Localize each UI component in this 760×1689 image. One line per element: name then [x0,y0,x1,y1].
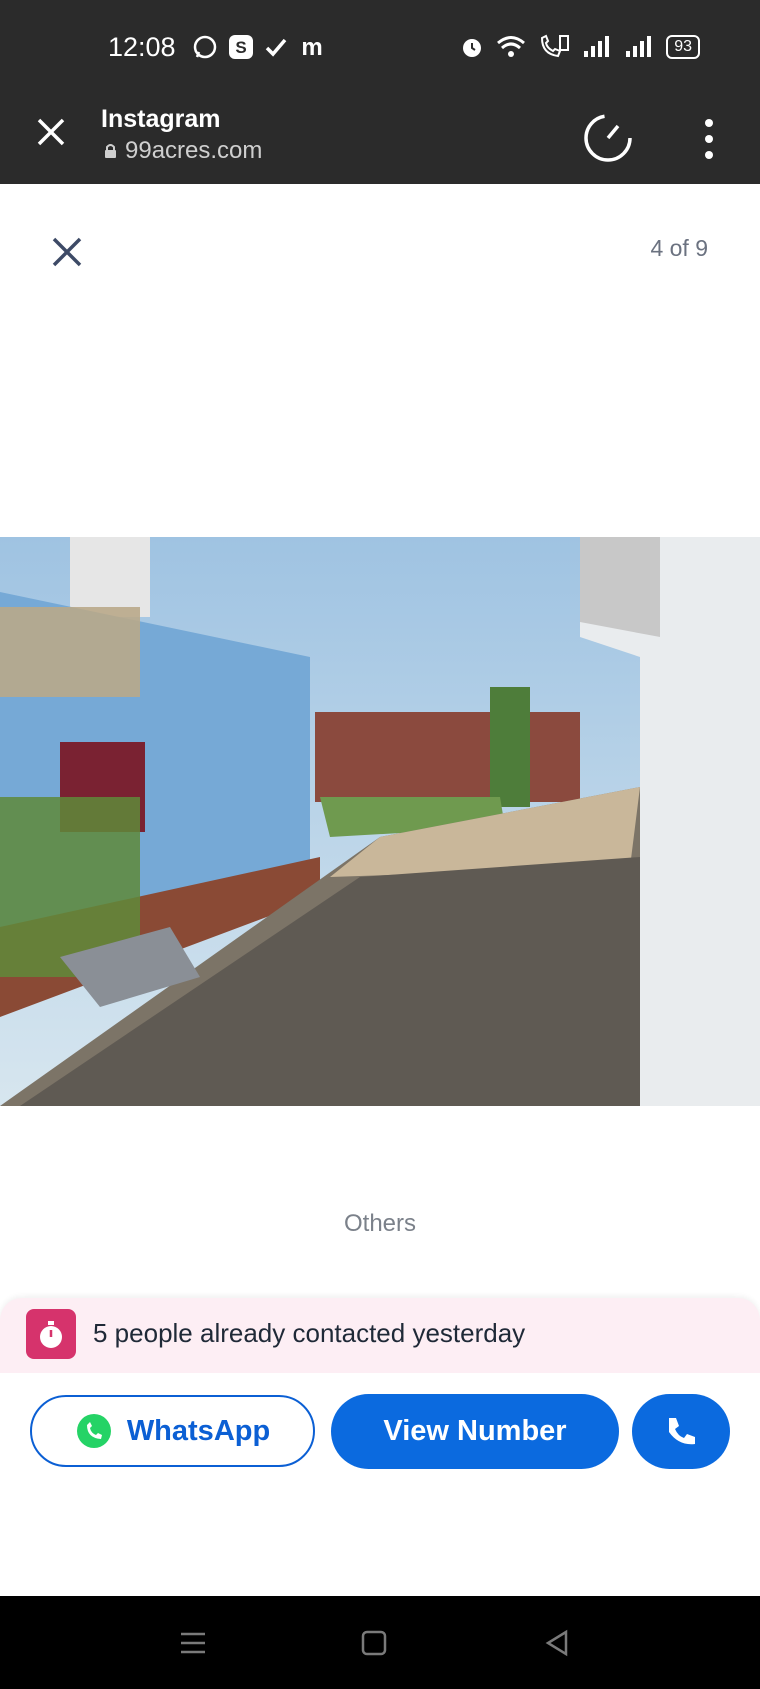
wifi-icon [497,36,526,57]
check-icon [265,38,287,57]
browser-title: Instagram [101,105,221,133]
whatsapp-button[interactable]: WhatsApp [30,1395,315,1467]
whatsapp-icon [76,1414,111,1448]
s-app-icon: S [229,35,253,59]
more-icon[interactable] [695,115,723,163]
call-icon [541,34,570,58]
stopwatch-icon [26,1309,76,1359]
image-counter: 4 of 9 [650,235,708,261]
contact-banner-text: 5 people already contacted yesterday [93,1318,526,1348]
whatsapp-notification-icon [193,35,217,59]
system-icons: 93 [460,34,700,60]
property-photo[interactable] [0,537,760,1106]
signal-icon-2 [626,36,652,57]
whatsapp-label: WhatsApp [126,1414,271,1447]
lock-icon [105,144,116,158]
signal-icon [584,36,610,57]
status-time: 12:08 [108,32,176,62]
speed-icon[interactable] [582,112,634,164]
m-app-icon: m [301,35,322,59]
back-icon[interactable] [540,1626,574,1660]
contact-banner: 5 people already contacted yesterday [0,1298,760,1373]
navigation-bar [0,1596,760,1689]
svg-text:m: m [301,35,322,59]
call-button[interactable] [632,1394,730,1469]
alarm-icon [463,39,482,57]
close-icon[interactable] [34,115,68,149]
browser-url: 99acres.com [104,137,262,165]
browser-toolbar: Instagram 99acres.com [0,95,760,184]
view-number-label: View Number [383,1415,567,1447]
close-viewer-icon[interactable] [50,235,84,269]
menu-icon[interactable] [176,1626,210,1660]
battery-icon: 93 [666,35,700,59]
svg-text:S: S [235,38,246,57]
status-bar: 12:08 S m 93 [0,0,760,95]
notification-icons: S m [192,34,326,60]
contact-actions: WhatsApp View Number [0,1373,760,1596]
street-scene-image [0,537,760,1106]
view-number-button[interactable]: View Number [331,1394,619,1469]
home-icon[interactable] [357,1626,391,1660]
url-text: 99acres.com [125,137,263,164]
photo-caption: Others [343,1210,417,1237]
phone-icon [669,1417,695,1444]
